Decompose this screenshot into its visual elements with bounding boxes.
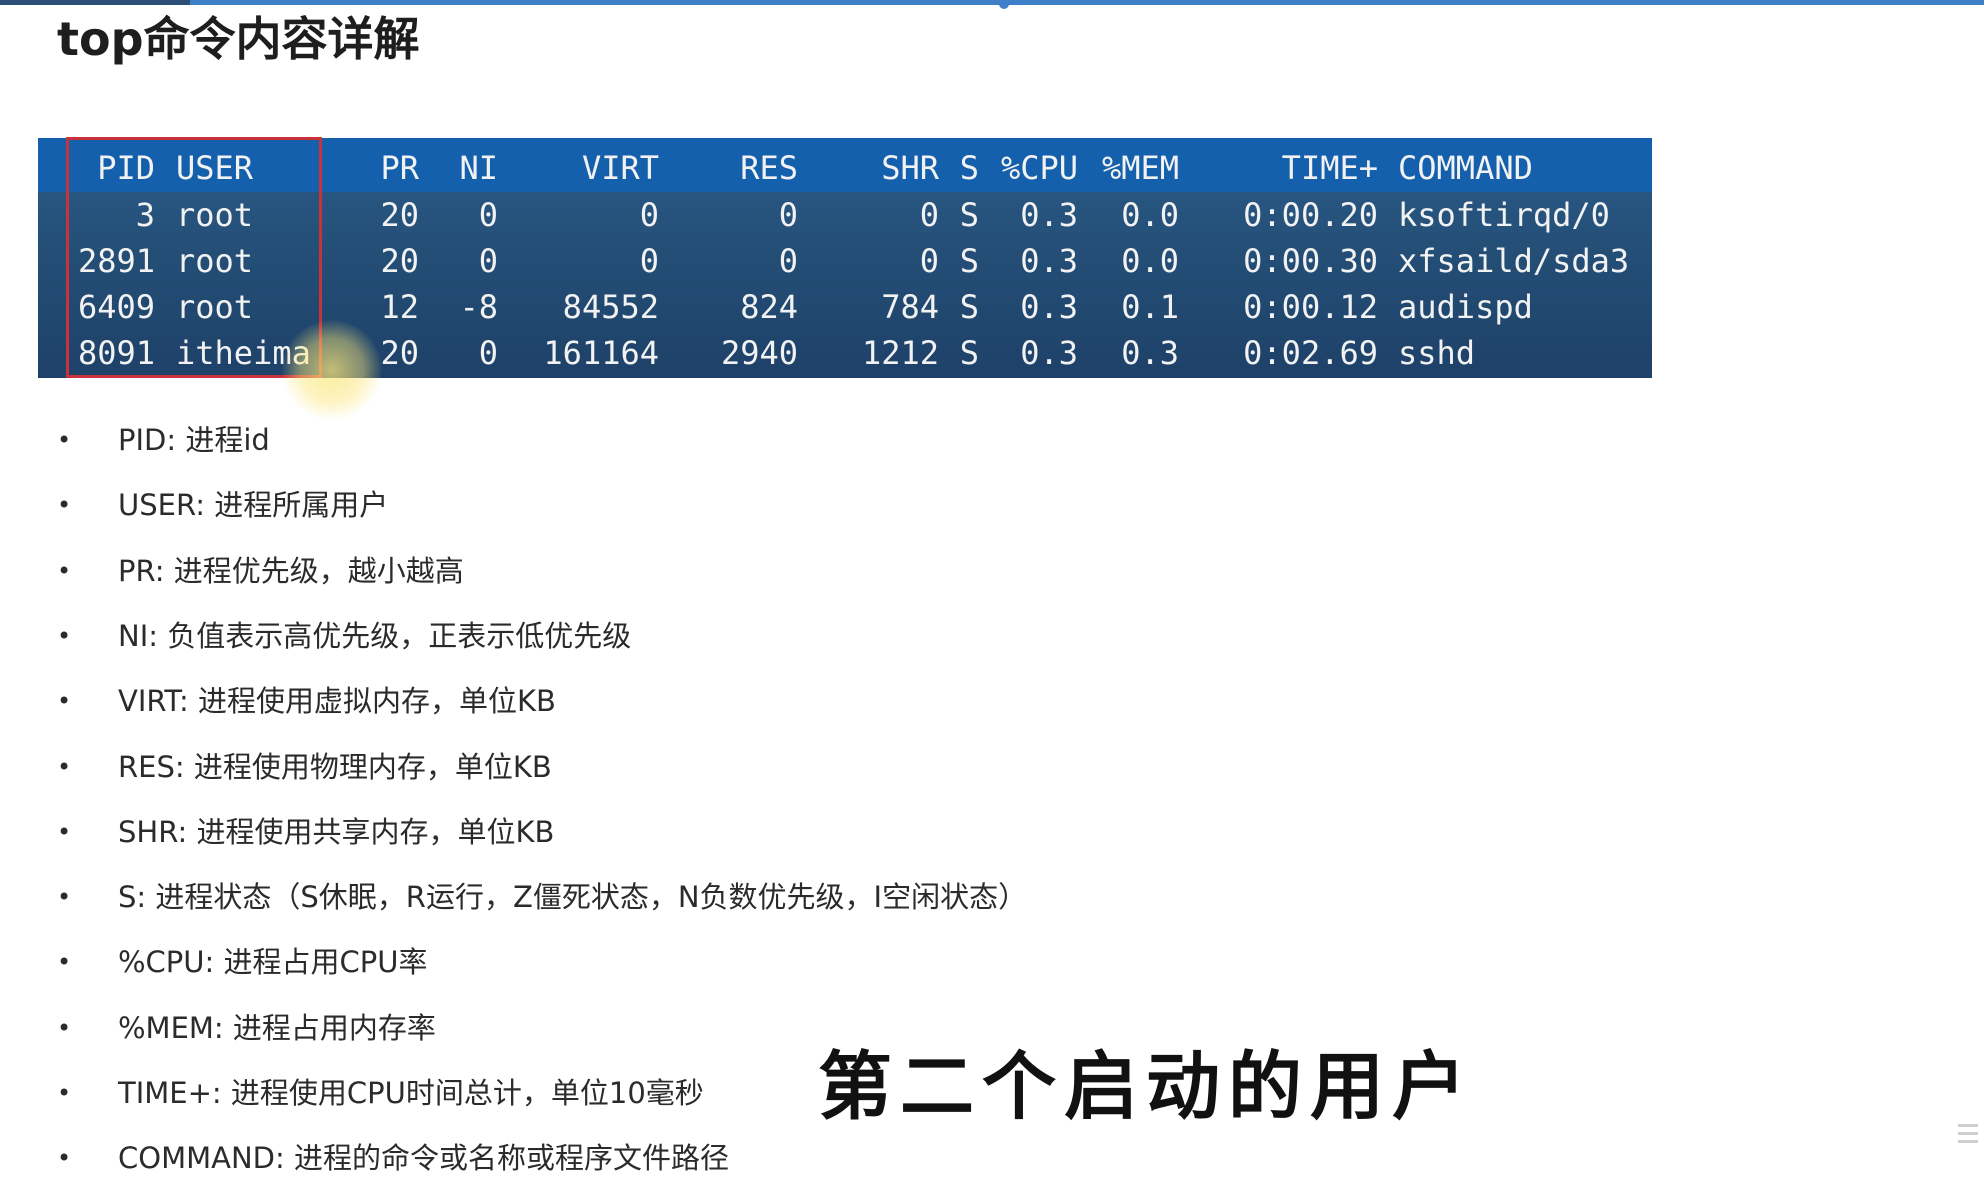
cell-mem: 0.1 bbox=[1121, 288, 1179, 326]
video-progress-bar[interactable] bbox=[0, 0, 1984, 5]
cell-command: xfsaild/sda3 bbox=[1398, 242, 1630, 280]
cell-ni: 0 bbox=[478, 334, 498, 372]
list-item: • SHR: 进程使用共享内存，单位KB bbox=[0, 807, 1200, 857]
cell-ni: -8 bbox=[459, 288, 498, 326]
list-item-text: VIRT: 进程使用虚拟内存，单位KB bbox=[118, 684, 556, 719]
cell-res: 0 bbox=[778, 196, 798, 234]
cell-shr: 784 bbox=[881, 288, 939, 326]
header-shr: SHR bbox=[881, 149, 939, 187]
bullet-dot-icon: • bbox=[57, 1079, 72, 1107]
list-item: • PID: 进程id bbox=[0, 415, 1200, 465]
cell-mem: 0.3 bbox=[1121, 334, 1179, 372]
cell-ni: 0 bbox=[478, 242, 498, 280]
bullet-dot-icon: • bbox=[57, 687, 72, 716]
cell-s: S bbox=[959, 288, 979, 326]
cell-virt: 161164 bbox=[543, 334, 659, 372]
cell-command: sshd bbox=[1398, 334, 1476, 372]
list-item-text: RES: 进程使用物理内存，单位KB bbox=[118, 749, 552, 784]
header-mem: %MEM bbox=[1101, 149, 1179, 187]
cell-cpu: 0.3 bbox=[1020, 288, 1078, 326]
cell-s: S bbox=[959, 242, 979, 280]
cell-command: audispd bbox=[1398, 288, 1533, 326]
header-cpu: %CPU bbox=[1000, 149, 1078, 187]
video-progress-played bbox=[0, 0, 190, 5]
list-item: • VIRT: 进程使用虚拟内存，单位KB bbox=[0, 676, 1200, 726]
bullet-dot-icon: • bbox=[57, 752, 72, 781]
bullet-dot-icon: • bbox=[57, 556, 72, 585]
list-item: • PR: 进程优先级，越小越高 bbox=[0, 546, 1200, 596]
list-item: • %CPU: 进程占用CPU率 bbox=[0, 937, 1200, 987]
cell-pr: 20 bbox=[380, 334, 419, 372]
cell-cpu: 0.3 bbox=[1020, 242, 1078, 280]
cell-pr: 12 bbox=[380, 288, 419, 326]
list-item-text: PID: 进程id bbox=[118, 423, 270, 457]
list-item-text: PR: 进程优先级，越小越高 bbox=[118, 553, 464, 588]
pid-user-highlight-box bbox=[66, 137, 322, 378]
cell-pr: 20 bbox=[380, 242, 419, 280]
list-item: • RES: 进程使用物理内存，单位KB bbox=[0, 742, 1200, 792]
video-subtitle: 第二个启动的用户 bbox=[817, 1043, 1474, 1132]
bullet-dot-icon: • bbox=[57, 948, 72, 977]
header-pr: PR bbox=[380, 149, 419, 187]
cell-virt: 84552 bbox=[562, 288, 659, 326]
header-command: COMMAND bbox=[1398, 149, 1533, 187]
bullet-dot-icon: • bbox=[57, 883, 72, 912]
cell-virt: 0 bbox=[639, 196, 659, 234]
cell-res: 0 bbox=[778, 242, 798, 280]
cell-shr: 1212 bbox=[861, 334, 939, 372]
cell-ni: 0 bbox=[478, 196, 498, 234]
list-item-text: USER: 进程所属用户 bbox=[118, 488, 389, 523]
bullet-dot-icon: • bbox=[57, 817, 72, 846]
cell-time: 0:00.20 bbox=[1243, 196, 1378, 234]
bullet-dot-icon: • bbox=[57, 1013, 72, 1042]
list-item-text: S: 进程状态（S休眠，R运行，Z僵死状态，N负数优先级，I空闲状态） bbox=[118, 880, 1028, 915]
watermark-icon bbox=[1954, 1120, 1982, 1164]
bullet-dot-icon: • bbox=[57, 426, 72, 454]
cell-mem: 0.0 bbox=[1121, 242, 1179, 280]
cell-cpu: 0.3 bbox=[1020, 196, 1078, 234]
header-res: RES bbox=[740, 149, 798, 187]
bullet-dot-icon: • bbox=[57, 621, 72, 650]
cell-cpu: 0.3 bbox=[1020, 334, 1078, 372]
cell-s: S bbox=[959, 196, 979, 234]
cell-time: 0:02.69 bbox=[1243, 334, 1378, 372]
cell-pr: 20 bbox=[380, 196, 419, 234]
header-time: TIME+ bbox=[1281, 149, 1378, 187]
list-item: • S: 进程状态（S休眠，R运行，Z僵死状态，N负数优先级，I空闲状态） bbox=[0, 872, 1200, 922]
bullet-dot-icon: • bbox=[57, 491, 72, 520]
header-ni: NI bbox=[459, 149, 498, 187]
list-item-text: SHR: 进程使用共享内存，单位KB bbox=[118, 814, 555, 849]
cell-time: 0:00.12 bbox=[1243, 288, 1378, 326]
list-item: • USER: 进程所属用户 bbox=[0, 480, 1200, 530]
cell-virt: 0 bbox=[639, 242, 659, 280]
list-item: • COMMAND: 进程的命令或名称或程序文件路径 bbox=[0, 1133, 1200, 1183]
cell-command: ksoftirqd/0 bbox=[1398, 196, 1610, 234]
list-item-text: NI: 负值表示高优先级，正表示低优先级 bbox=[118, 618, 632, 653]
cell-s: S bbox=[959, 334, 979, 372]
list-item-text: %MEM: 进程占用内存率 bbox=[118, 1010, 436, 1045]
cell-res: 2940 bbox=[720, 334, 798, 372]
header-virt: VIRT bbox=[581, 149, 659, 187]
header-s: S bbox=[959, 149, 979, 187]
cell-res: 824 bbox=[740, 288, 798, 326]
cursor-highlight bbox=[282, 320, 382, 420]
video-progress-handle[interactable] bbox=[999, 0, 1009, 9]
cell-mem: 0.0 bbox=[1121, 196, 1179, 234]
cell-time: 0:00.30 bbox=[1243, 242, 1378, 280]
list-item: • NI: 负值表示高优先级，正表示低优先级 bbox=[0, 611, 1200, 661]
cell-shr: 0 bbox=[919, 196, 939, 234]
list-item-text: COMMAND: 进程的命令或名称或程序文件路径 bbox=[118, 1141, 729, 1176]
list-item-text: %CPU: 进程占用CPU率 bbox=[118, 945, 428, 980]
list-item-text: TIME+: 进程使用CPU时间总计，单位10毫秒 bbox=[118, 1076, 704, 1110]
page-title: top命令内容详解 bbox=[57, 12, 420, 66]
bullet-dot-icon: • bbox=[57, 1144, 72, 1173]
cell-shr: 0 bbox=[919, 242, 939, 280]
